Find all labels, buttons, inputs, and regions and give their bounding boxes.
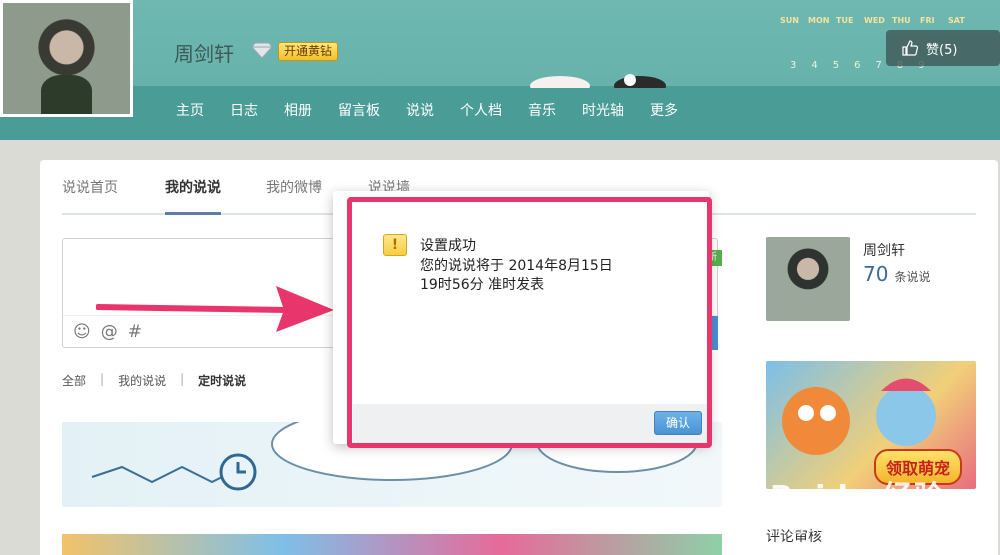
calendar-day-3: WED xyxy=(864,16,885,25)
vip-badge[interactable]: 开通黄钻 xyxy=(278,42,339,61)
calendar-date-1[interactable]: 4 xyxy=(811,60,817,71)
calendar-date-2[interactable]: 5 xyxy=(833,60,839,71)
profile-header: 周剑轩 开通黄钻 SUNMONTUEWEDTHUFRISAT 3456789 赞… xyxy=(0,0,1000,140)
filter-all[interactable]: 全部 xyxy=(62,372,86,389)
main-nav: 主页 日志 相册 留言板 说说 个人档 音乐 时光轴 更多 xyxy=(176,100,704,120)
calendar-day-2: TUE xyxy=(836,16,854,25)
nav-item-6[interactable]: 音乐 xyxy=(528,100,556,120)
baidu-watermark: Baidu 经验 jingyan.baidu.com xyxy=(770,472,945,536)
like-count: 赞(5) xyxy=(926,42,958,58)
thumbs-up-icon xyxy=(902,40,918,56)
calendar-date-4[interactable]: 7 xyxy=(876,60,882,71)
filter-mine[interactable]: 我的说说 xyxy=(118,372,166,389)
post-count-number: 70 xyxy=(863,262,889,286)
nav-item-1[interactable]: 日志 xyxy=(230,100,258,120)
dialog-body: ! 设置成功 您的说说将于 2014年8月15日 19时56分 准时发表 xyxy=(353,204,707,404)
calendar-day-5: FRI xyxy=(920,16,935,25)
confirm-button[interactable]: 确认 xyxy=(654,411,702,435)
header-decoration xyxy=(530,74,666,88)
calendar-date-0[interactable]: 3 xyxy=(790,60,796,71)
post-filters: 全部 | 我的说说 | 定时说说 xyxy=(62,372,246,389)
nav-item-4[interactable]: 说说 xyxy=(406,100,434,120)
watermark-url: jingyan.baidu.com xyxy=(770,518,909,536)
sidebar-username[interactable]: 周剑轩 xyxy=(863,240,905,260)
tab-my-shuoshuo[interactable]: 我的说说 xyxy=(165,178,221,215)
calendar-day-0: SUN xyxy=(780,16,799,25)
filter-scheduled[interactable]: 定时说说 xyxy=(198,372,246,389)
nav-item-5[interactable]: 个人档 xyxy=(460,100,502,120)
post-count-label: 条说说 xyxy=(894,270,931,284)
nav-item-8[interactable]: 更多 xyxy=(650,100,678,120)
smiley-icon[interactable]: ☺ xyxy=(73,322,91,342)
sidebar-ad[interactable]: 领取萌宠 xyxy=(766,361,976,489)
like-button[interactable]: 赞(5) xyxy=(886,30,1000,66)
profile-username[interactable]: 周剑轩 xyxy=(174,38,234,67)
nav-item-2[interactable]: 相册 xyxy=(284,100,312,120)
annotation-arrow xyxy=(96,286,334,332)
tab-shuoshuo-home[interactable]: 说说首页 xyxy=(62,178,118,215)
nav-item-7[interactable]: 时光轴 xyxy=(582,100,624,120)
alert-icon: ! xyxy=(383,234,407,256)
nav-item-0[interactable]: 主页 xyxy=(176,100,204,120)
diamond-icon xyxy=(252,42,272,58)
calendar-day-4: THU xyxy=(892,16,911,25)
nav-item-3[interactable]: 留言板 xyxy=(338,100,380,120)
dialog-title: 设置成功 xyxy=(420,238,476,254)
dialog-footer: 确认 xyxy=(353,404,707,443)
promo-banner[interactable] xyxy=(62,534,722,555)
dialog-message-line2: 19时56分 准时发表 xyxy=(420,277,545,293)
filter-separator: | xyxy=(100,372,105,386)
sidebar-avatar[interactable] xyxy=(766,237,850,321)
watermark-logo: Baidu 经验 xyxy=(770,480,945,515)
calendar-day-1: MON xyxy=(808,16,830,25)
calendar-day-6: SAT xyxy=(948,16,965,25)
filter-separator: | xyxy=(180,372,185,386)
sidebar-post-count: 70 条说说 xyxy=(863,262,930,286)
tab-my-weibo[interactable]: 我的微博 xyxy=(266,178,322,215)
dialog-message-line1: 您的说说将于 2014年8月15日 xyxy=(420,258,613,274)
calendar-date-3[interactable]: 6 xyxy=(854,60,860,71)
profile-avatar[interactable] xyxy=(0,0,133,117)
